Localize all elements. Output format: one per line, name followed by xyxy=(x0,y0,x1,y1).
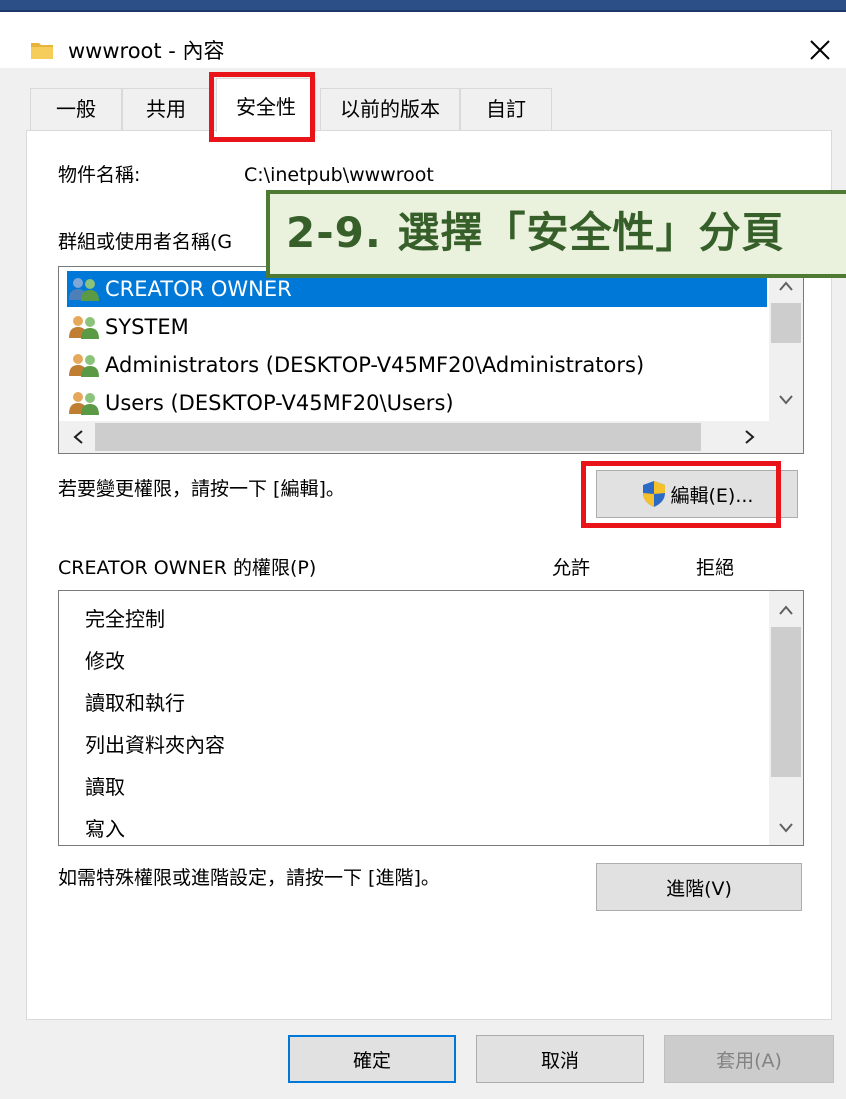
group-list-hscrollbar[interactable] xyxy=(59,421,803,453)
group-user-list[interactable]: CREATOR OWNER SYSTEM Administrators (DES… xyxy=(58,266,804,454)
group-list-vscroll-thumb[interactable] xyxy=(771,303,801,343)
title-bar: wwwroot - 內容 xyxy=(0,12,846,68)
permission-item: 讀取和執行 xyxy=(85,691,185,715)
tab-sharing[interactable]: 共用 xyxy=(122,88,210,130)
groups-label: 群組或使用者名稱(G xyxy=(58,231,233,253)
advanced-button[interactable]: 進階(V) xyxy=(596,863,802,911)
users-icon xyxy=(69,278,99,301)
object-name-value: C:\inetpub\wwwroot xyxy=(244,164,434,186)
list-item-administrators[interactable]: Administrators (DESKTOP-V45MF20\Administ… xyxy=(67,347,644,383)
ok-button[interactable]: 確定 xyxy=(288,1035,456,1083)
object-name-label: 物件名稱: xyxy=(58,164,141,186)
permission-item: 列出資料夾內容 xyxy=(85,733,225,757)
chevron-up-icon xyxy=(779,605,793,615)
window-title: wwwroot - 內容 xyxy=(68,39,225,63)
edit-button-label: 編輯(E)... xyxy=(670,484,754,507)
list-item-label: SYSTEM xyxy=(105,315,189,339)
tab-general[interactable]: 一般 xyxy=(30,88,122,130)
scroll-right-button[interactable] xyxy=(733,421,767,453)
step-annotation: 2-9. 選擇「安全性」分頁 xyxy=(266,190,846,278)
list-item-label: Users (DESKTOP-V45MF20\Users) xyxy=(105,391,454,415)
list-item-label: Administrators (DESKTOP-V45MF20\Administ… xyxy=(105,353,645,377)
shield-icon xyxy=(642,481,665,507)
allow-column-header: 允許 xyxy=(552,557,591,579)
permissions-vscroll-thumb[interactable] xyxy=(771,627,801,777)
deny-column-header: 拒絕 xyxy=(696,557,735,579)
apply-button-label: 套用(A) xyxy=(716,1049,782,1072)
list-item-system[interactable]: SYSTEM xyxy=(67,309,189,345)
scroll-down-button[interactable] xyxy=(769,811,803,845)
chevron-right-icon xyxy=(745,430,755,444)
permission-item: 讀取 xyxy=(85,775,125,799)
permissions-list[interactable]: 完全控制 修改 讀取和執行 列出資料夾內容 讀取 寫入 xyxy=(58,590,804,846)
group-list-vscrollbar[interactable] xyxy=(769,267,803,421)
users-icon xyxy=(69,316,99,339)
chevron-up-icon xyxy=(779,281,793,291)
cancel-button[interactable]: 取消 xyxy=(476,1035,644,1083)
cancel-button-label: 取消 xyxy=(540,1049,579,1072)
group-list-hscroll-thumb[interactable] xyxy=(95,423,701,451)
permissions-vscrollbar[interactable] xyxy=(769,591,803,845)
chevron-left-icon xyxy=(73,430,83,444)
chevron-down-icon xyxy=(779,823,793,833)
scroll-up-button[interactable] xyxy=(769,593,803,627)
folder-icon xyxy=(31,43,53,59)
advanced-button-label: 進階(V) xyxy=(666,877,732,900)
permission-item: 修改 xyxy=(85,649,125,673)
close-icon xyxy=(810,40,830,60)
tab-security[interactable]: 安全性 xyxy=(216,78,316,132)
permission-item: 完全控制 xyxy=(85,607,165,631)
ok-button-label: 確定 xyxy=(352,1049,391,1072)
edit-hint: 若要變更權限，請按一下 [編輯]。 xyxy=(58,478,345,500)
users-icon xyxy=(69,354,99,377)
scroll-left-button[interactable] xyxy=(61,421,95,453)
list-item-label: CREATOR OWNER xyxy=(105,277,292,301)
users-icon xyxy=(69,392,99,415)
tab-previous-versions[interactable]: 以前的版本 xyxy=(320,88,460,130)
advanced-hint: 如需特殊權限或進階設定，請按一下 [進階]。 xyxy=(58,867,440,889)
scroll-down-button[interactable] xyxy=(769,383,803,417)
list-item-users[interactable]: Users (DESKTOP-V45MF20\Users) xyxy=(67,385,454,421)
permission-item: 寫入 xyxy=(85,817,125,841)
close-button[interactable] xyxy=(802,32,838,68)
apply-button[interactable]: 套用(A) xyxy=(664,1035,834,1083)
chevron-down-icon xyxy=(779,395,793,405)
tab-customize[interactable]: 自訂 xyxy=(460,88,552,130)
step-annotation-text: 2-9. 選擇「安全性」分頁 xyxy=(286,208,785,257)
permissions-header: CREATOR OWNER 的權限(P) xyxy=(58,557,317,579)
edit-button[interactable]: 編輯(E)... xyxy=(596,470,798,518)
window-top-border xyxy=(0,0,846,12)
